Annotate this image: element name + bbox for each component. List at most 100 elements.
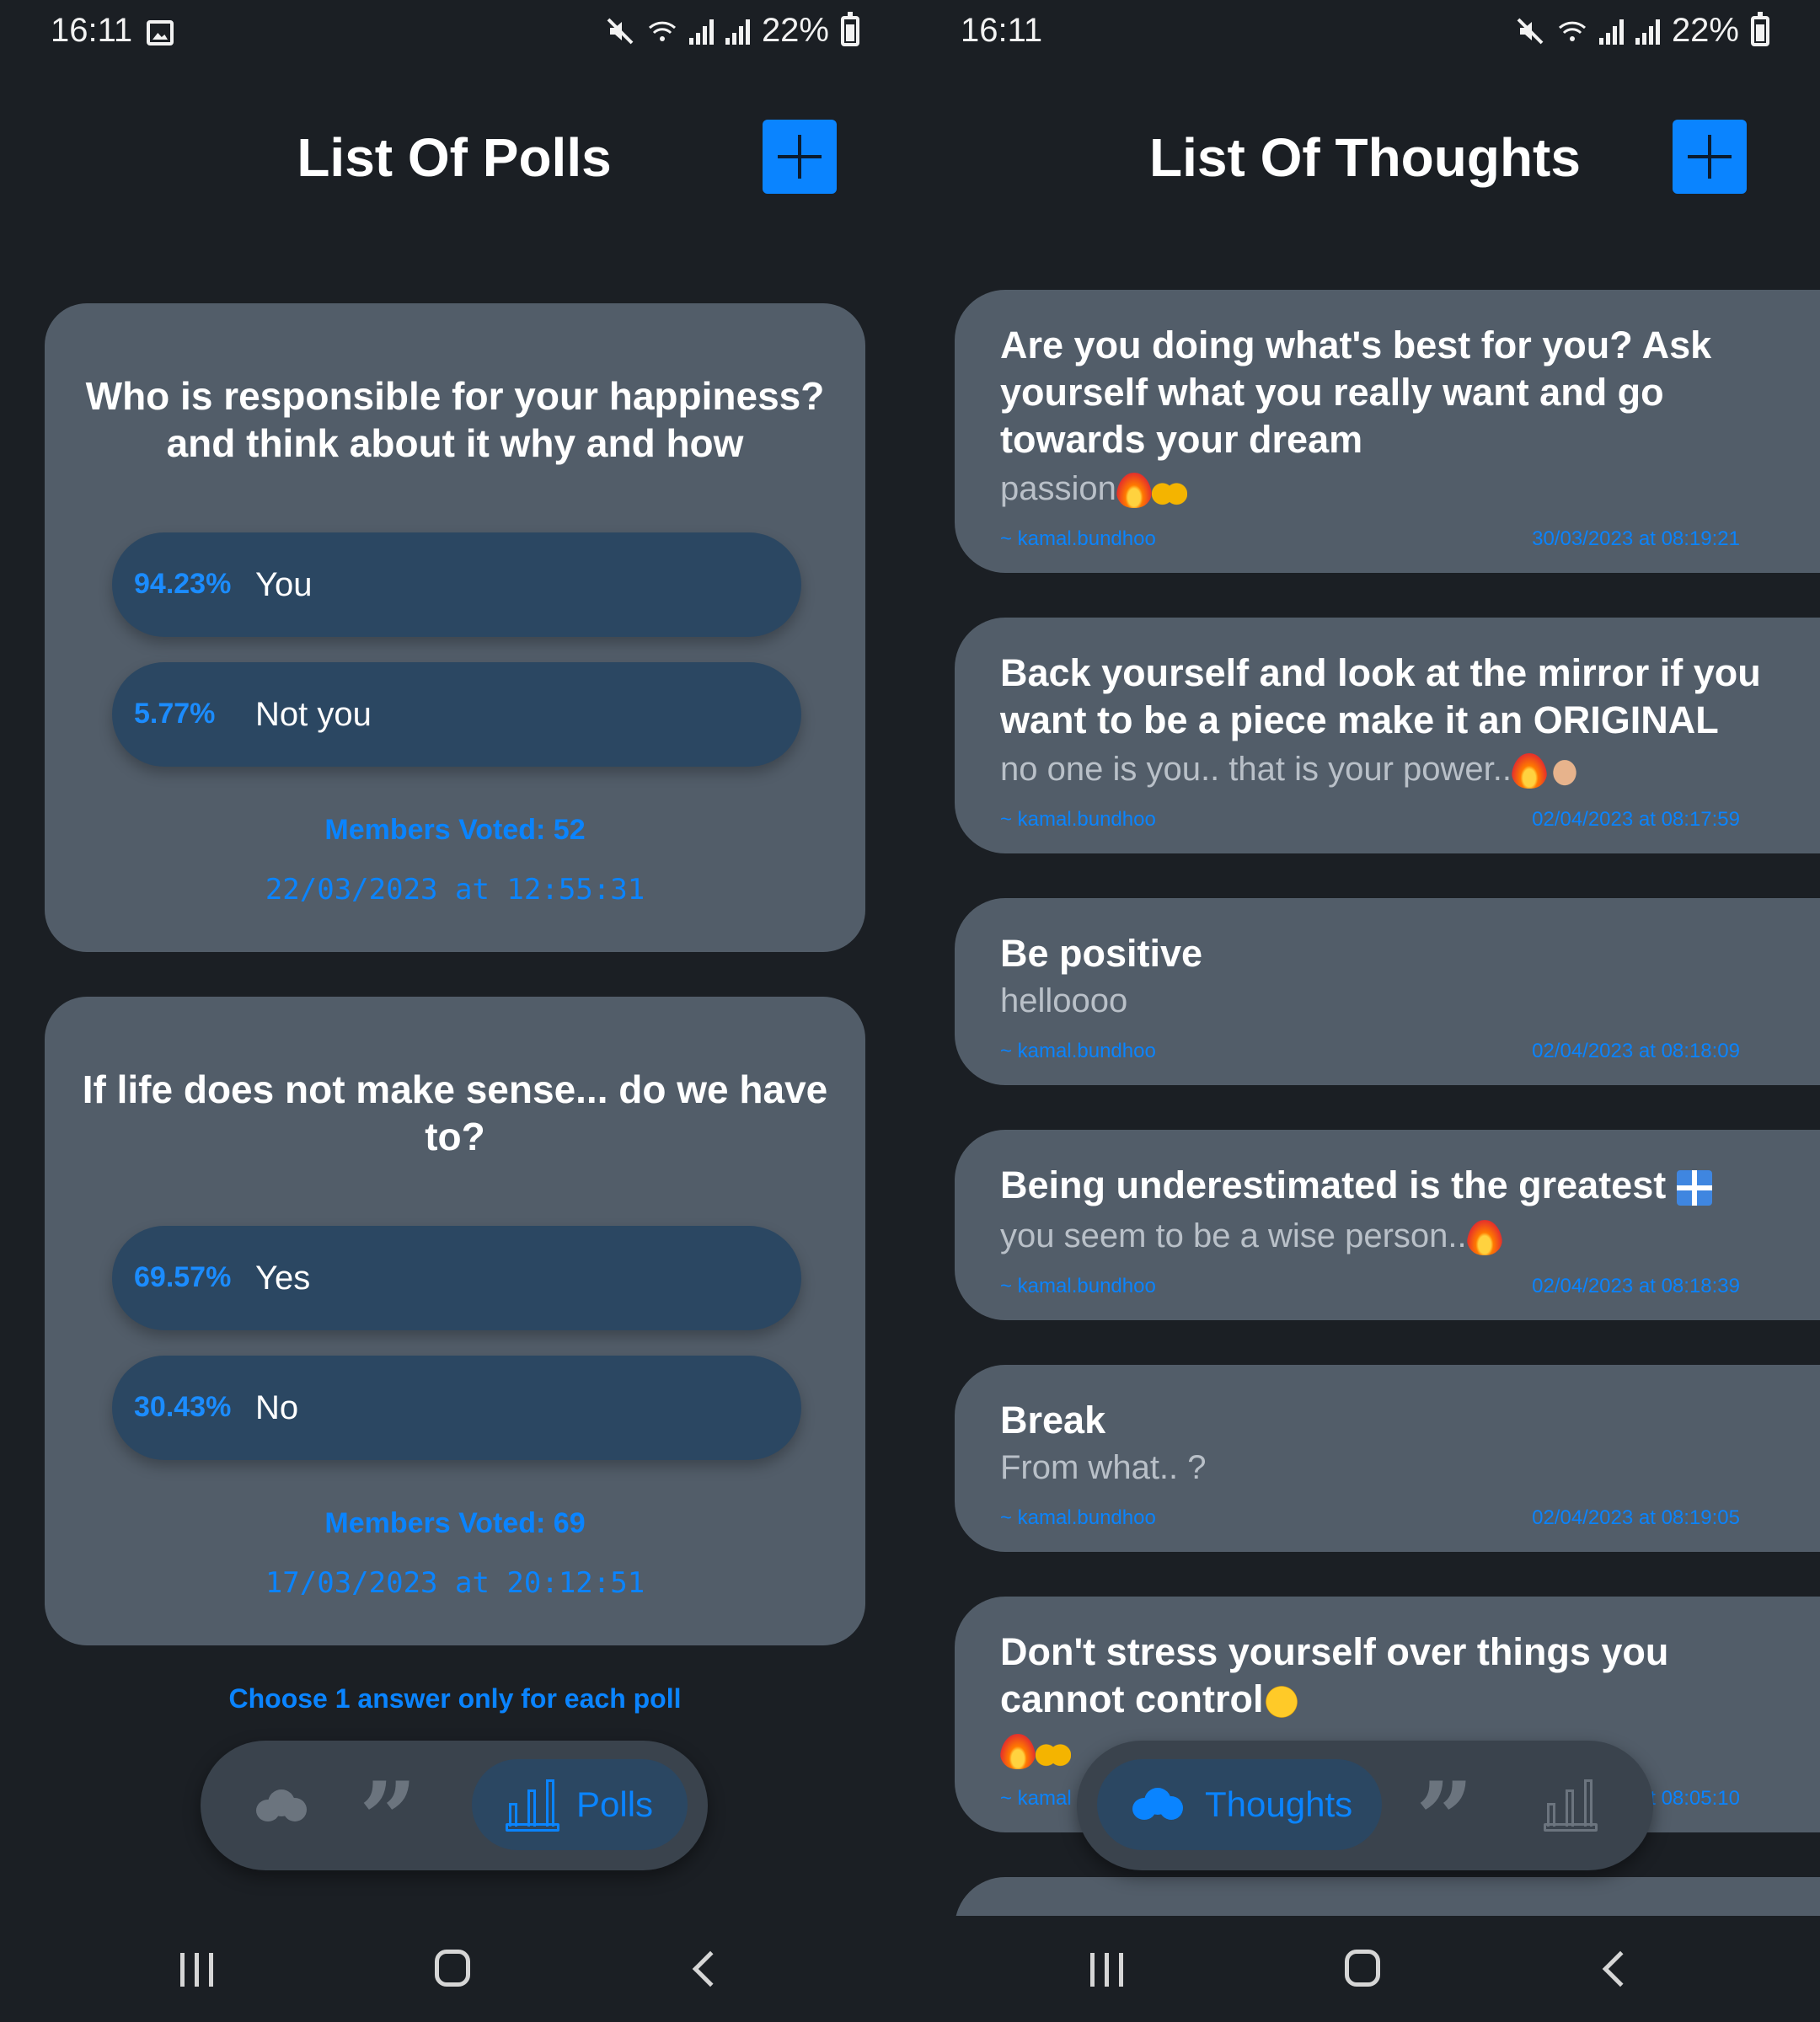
sleepy-face-emoji-icon xyxy=(1263,1684,1299,1720)
bottom-tab-bar: Thoughts ” xyxy=(1077,1741,1653,1870)
thought-title: Break xyxy=(1000,1399,1106,1442)
signal-icon-2 xyxy=(725,18,750,45)
thought-card[interactable]: Being underestimated is the greatest you… xyxy=(955,1130,1820,1320)
thought-date: 02/04/2023 at 08:17:59 xyxy=(1532,808,1740,831)
thought-card[interactable]: Be positive helloooo ~ kamal.bundhoo 02/… xyxy=(955,898,1820,1085)
fire-emoji-icon xyxy=(1000,1734,1036,1770)
thought-card-partial[interactable] xyxy=(955,1877,1820,1916)
tab-polls-label: Polls xyxy=(576,1784,654,1824)
bar-chart-icon xyxy=(1544,1778,1598,1832)
status-indicators: 22% xyxy=(605,11,859,50)
signal-icon-2 xyxy=(1635,18,1660,45)
thought-title-row: Don't stress yourself over things you ca… xyxy=(1000,1629,1764,1723)
battery-percent: 22% xyxy=(1671,12,1739,49)
tab-thoughts-label: Thoughts xyxy=(1205,1784,1353,1824)
battery-icon xyxy=(841,11,859,46)
poll-option[interactable]: 69.57% Yes xyxy=(112,1226,801,1330)
gift-emoji-icon xyxy=(1676,1170,1712,1206)
home-icon[interactable] xyxy=(435,1950,470,1987)
option-label: You xyxy=(255,566,313,603)
thought-card[interactable]: Back yourself and look at the mirror if … xyxy=(955,618,1820,853)
poll-question: If life does not make sense... do we hav… xyxy=(82,1067,828,1158)
flexed-bicep-emoji-icon xyxy=(1547,753,1583,789)
thought-subtitle-row: you seem to be a wise person.. xyxy=(1000,1217,1502,1256)
thought-subtitle: you seem to be a wise person.. xyxy=(1000,1217,1467,1254)
poll-option[interactable]: 30.43% No xyxy=(112,1356,801,1460)
system-nav-bar xyxy=(910,1921,1820,2022)
tab-polls[interactable] xyxy=(1523,1759,1616,1850)
poll-hint: Choose 1 answer only for each poll xyxy=(228,1683,682,1714)
poll-question: Who is responsible for your happiness? a… xyxy=(85,374,825,465)
poll-option[interactable]: 5.77% Not you xyxy=(112,662,801,767)
option-percent: 30.43% xyxy=(134,1391,232,1423)
battery-icon xyxy=(1751,11,1769,46)
thought-subtitle: helloooo xyxy=(1000,982,1128,1019)
status-bar: 16:11 22% xyxy=(910,0,1820,67)
thought-title: Don't stress yourself over things you ca… xyxy=(1000,1630,1669,1720)
add-poll-button[interactable] xyxy=(763,120,837,194)
system-nav-bar xyxy=(0,1921,910,2022)
signal-icon xyxy=(1598,18,1624,45)
thought-date: 02/04/2023 at 08:18:39 xyxy=(1532,1275,1740,1297)
thought-author: ~ kamal.bundhoo xyxy=(1000,1506,1156,1529)
quote-icon: ” xyxy=(1416,1760,1475,1879)
thoughts-screen: Are you doing what's best for you? Ask y… xyxy=(910,0,1820,2022)
tab-quotes[interactable]: ” xyxy=(1400,1759,1493,1870)
status-time: 16:11 xyxy=(51,12,133,49)
recents-icon[interactable] xyxy=(180,1953,213,1987)
tab-polls[interactable]: Polls xyxy=(472,1759,688,1850)
thought-title-row: Being underestimated is the greatest xyxy=(1000,1162,1764,1209)
back-icon[interactable] xyxy=(1602,1950,1639,1987)
recents-icon[interactable] xyxy=(1090,1953,1123,1987)
mute-icon xyxy=(607,18,634,44)
thought-date: 02/04/2023 at 08:19:05 xyxy=(1532,1506,1740,1529)
option-label: Yes xyxy=(255,1260,311,1297)
thought-subtitle-row: no one is you.. that is your power.. xyxy=(1000,751,1583,789)
status-indicators: 22% xyxy=(1515,11,1769,50)
thought-title: Back yourself and look at the mirror if … xyxy=(1000,651,1761,741)
bottom-tab-bar: ” Polls xyxy=(201,1741,708,1870)
poll-card: Who is responsible for your happiness? a… xyxy=(45,303,865,952)
fire-emoji-icon xyxy=(1512,753,1548,789)
thought-author: ~ kamal.bundhoo xyxy=(1000,1275,1156,1297)
members-voted: Members Voted: 69 xyxy=(324,1507,586,1539)
thoughts-list[interactable]: Are you doing what's best for you? Ask y… xyxy=(910,0,1820,1916)
thought-title: Are you doing what's best for you? Ask y… xyxy=(1000,324,1712,461)
status-bar: 16:11 22% xyxy=(0,0,910,67)
option-label: No xyxy=(255,1389,299,1426)
poll-date: 22/03/2023 at 12:55:31 xyxy=(265,873,645,907)
thought-title: Being underestimated is the greatest xyxy=(1000,1163,1667,1206)
tab-thoughts[interactable]: Thoughts xyxy=(1097,1759,1382,1850)
wifi-icon xyxy=(1558,21,1586,41)
poll-date: 17/03/2023 at 20:12:51 xyxy=(265,1566,645,1600)
add-thought-button[interactable] xyxy=(1673,120,1747,194)
option-percent: 94.23% xyxy=(134,568,232,600)
mute-icon xyxy=(1517,18,1544,44)
battery-percent: 22% xyxy=(761,12,829,49)
cloud-icon xyxy=(256,1789,307,1823)
tab-thoughts[interactable] xyxy=(234,1759,327,1850)
thought-subtitle: From what.. ? xyxy=(1000,1449,1207,1486)
thought-card[interactable]: Are you doing what's best for you? Ask y… xyxy=(955,290,1820,573)
option-percent: 5.77% xyxy=(134,698,216,730)
raised-hands-emoji-icon xyxy=(1036,1734,1071,1770)
thought-card[interactable]: Break From what.. ? ~ kamal.bundhoo 02/0… xyxy=(955,1365,1820,1552)
option-percent: 69.57% xyxy=(134,1261,232,1293)
gallery-notification-icon xyxy=(147,20,174,45)
thought-subtitle: passion xyxy=(1000,470,1116,507)
fire-emoji-icon xyxy=(1116,473,1152,509)
poll-card: If life does not make sense... do we hav… xyxy=(45,997,865,1645)
thought-subtitle-row: passion xyxy=(1000,470,1187,509)
cloud-icon xyxy=(1132,1788,1183,1821)
thought-date: 30/03/2023 at 08:19:21 xyxy=(1532,527,1740,550)
thought-subtitle: no one is you.. that is your power.. xyxy=(1000,751,1512,788)
back-icon[interactable] xyxy=(692,1950,729,1987)
poll-option[interactable]: 94.23% You xyxy=(112,532,801,637)
thought-author: ~ kamal.bundhoo xyxy=(1000,527,1156,550)
thought-date: 02/04/2023 at 08:18:09 xyxy=(1532,1040,1740,1062)
status-time: 16:11 xyxy=(961,12,1043,49)
home-icon[interactable] xyxy=(1345,1950,1380,1987)
tab-quotes[interactable]: ” xyxy=(344,1759,436,1870)
bar-chart-icon xyxy=(506,1778,559,1832)
fire-emoji-icon xyxy=(1466,1220,1502,1256)
